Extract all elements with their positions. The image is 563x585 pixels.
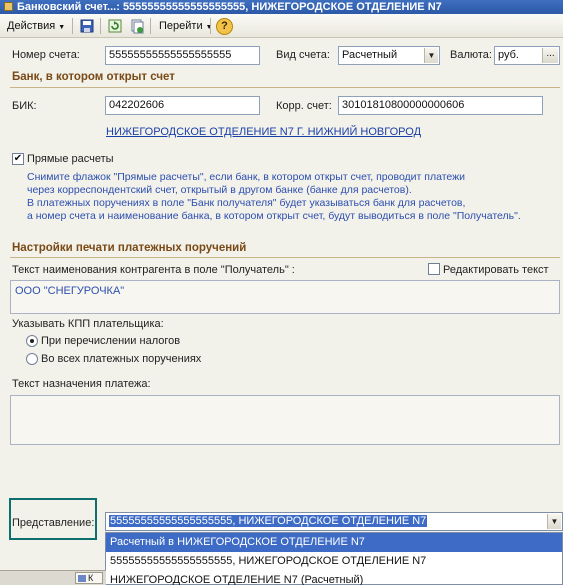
presentation-combo[interactable]: 55555555555555555555, НИЖЕГОРОДСКОЕ ОТДЕ… xyxy=(105,512,563,531)
section-divider xyxy=(10,87,560,88)
copy-document-icon[interactable] xyxy=(128,17,146,35)
radio-all-orders-label: Во всех платежных поручениях xyxy=(41,353,202,365)
direct-settlements-label: Прямые расчеты xyxy=(27,153,114,165)
toolbar-divider xyxy=(210,18,211,34)
actions-menu-label: Действия xyxy=(7,20,56,32)
direct-hint-line: через корреспондентский счет, открытый в… xyxy=(27,184,412,196)
radio-taxes[interactable] xyxy=(26,335,38,347)
refresh-icon[interactable] xyxy=(106,17,124,35)
bik-field[interactable]: 042202606 xyxy=(105,96,260,115)
window-icon xyxy=(78,575,86,582)
corr-account-label: Корр. счет: xyxy=(276,100,332,112)
account-type-value: Расчетный xyxy=(342,49,398,61)
kpp-label: Указывать КПП плательщика: xyxy=(12,318,164,330)
radio-taxes-label: При перечислении налогов xyxy=(41,335,181,347)
window-titlebar: Банковский счет...: 55555555555555555555… xyxy=(0,0,563,14)
window-icon xyxy=(4,2,13,11)
dropdown-option[interactable]: НИЖЕГОРОДСКОЕ ОТДЕЛЕНИЕ N7 (Расчетный) xyxy=(106,571,562,585)
help-icon[interactable]: ? xyxy=(216,18,233,35)
chevron-down-icon: ▼ xyxy=(58,24,66,31)
goto-menu-button[interactable]: Перейти ▼ xyxy=(156,17,216,35)
chevron-down-icon[interactable]: ▼ xyxy=(424,48,438,63)
account-number-field[interactable]: 55555555555555555555 xyxy=(105,46,260,65)
presentation-value: 55555555555555555555, НИЖЕГОРОДСКОЕ ОТДЕ… xyxy=(109,515,428,527)
save-icon[interactable] xyxy=(78,17,96,35)
direct-hint-line: Снимите флажок "Прямые расчеты", если ба… xyxy=(27,171,465,183)
toolbar-divider xyxy=(72,18,73,34)
recipient-text-label: Текст наименования контрагента в поле "П… xyxy=(12,264,295,276)
presentation-dropdown-list: Расчетный в НИЖЕГОРОДСКОЕ ОТДЕЛЕНИЕ N7 5… xyxy=(105,532,563,585)
bank-name-link[interactable]: НИЖЕГОРОДСКОЕ ОТДЕЛЕНИЕ N7 Г. НИЖНИЙ НОВ… xyxy=(106,126,421,138)
help-label: ? xyxy=(221,20,228,32)
account-type-select[interactable]: Расчетный ▼ xyxy=(338,46,440,65)
actions-menu-button[interactable]: Действия ▼ xyxy=(4,17,68,35)
direct-settlements-checkbox[interactable]: ✔ xyxy=(12,153,24,165)
edit-text-label: Редактировать текст xyxy=(443,264,549,276)
radio-all-orders[interactable] xyxy=(26,353,38,365)
window-title: Банковский счет...: 55555555555555555555… xyxy=(17,1,442,13)
bik-label: БИК: xyxy=(12,100,37,112)
print-section-title: Настройки печати платежных поручений xyxy=(12,242,247,254)
presentation-label: Представление: xyxy=(12,517,95,529)
corr-account-field[interactable]: 30101810800000000606 xyxy=(338,96,543,115)
goto-menu-label: Перейти xyxy=(159,20,203,32)
payment-purpose-label: Текст назначения платежа: xyxy=(12,378,151,390)
payment-purpose-area[interactable] xyxy=(10,395,560,445)
currency-label: Валюта: xyxy=(450,49,492,61)
taskbar-item[interactable]: К xyxy=(75,572,103,584)
toolbar: Действия ▼ Перейти ▼ ? xyxy=(0,14,563,38)
chevron-down-icon[interactable]: ▼ xyxy=(547,514,561,529)
select-currency-button[interactable]: ... xyxy=(542,48,558,63)
toolbar-divider xyxy=(100,18,101,34)
recipient-text-value: ООО "СНЕГУРОЧКА" xyxy=(15,285,125,297)
edit-text-checkbox[interactable] xyxy=(428,263,440,275)
currency-value: руб. xyxy=(498,49,519,61)
dropdown-option[interactable]: Расчетный в НИЖЕГОРОДСКОЕ ОТДЕЛЕНИЕ N7 xyxy=(106,533,562,552)
section-divider xyxy=(10,257,560,258)
toolbar-divider xyxy=(150,18,151,34)
bank-section-title: Банк, в котором открыт счет xyxy=(12,71,175,83)
dropdown-option[interactable]: 55555555555555555555, НИЖЕГОРОДСКОЕ ОТДЕ… xyxy=(106,552,562,571)
taskbar-item-label: К xyxy=(88,573,94,583)
account-type-label: Вид счета: xyxy=(276,49,330,61)
recipient-text-area[interactable]: ООО "СНЕГУРОЧКА" xyxy=(10,280,560,314)
account-number-label: Номер счета: xyxy=(12,49,80,61)
taskbar: К xyxy=(0,570,106,585)
currency-field[interactable]: руб. ... xyxy=(494,46,560,65)
direct-hint-line: В платежных поручениях в поле "Банк полу… xyxy=(27,197,466,209)
direct-hint-line: а номер счета и наименование банка, в ко… xyxy=(27,210,521,222)
